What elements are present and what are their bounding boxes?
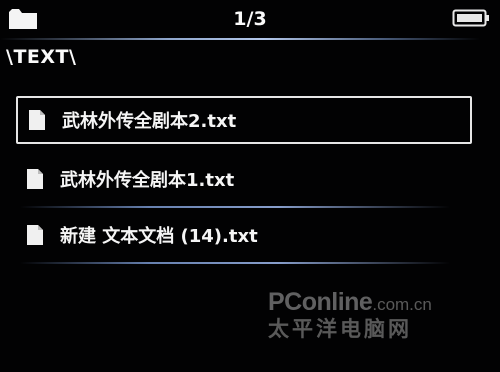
page-indicator: 1/3: [233, 8, 267, 30]
file-item-3[interactable]: 新建 文本文档 (14).txt: [16, 211, 472, 259]
document-icon: [27, 225, 43, 245]
status-bar: 1/3: [0, 0, 500, 36]
file-name: 新建 文本文档 (14).txt: [60, 226, 258, 247]
watermark-chinese: 太平洋电脑网: [268, 318, 412, 341]
watermark: PConline.com.cn 太平洋电脑网: [268, 288, 488, 343]
list-divider: [20, 262, 450, 264]
watermark-brand: PConline: [268, 288, 373, 316]
document-icon: [29, 110, 45, 130]
file-name: 武林外传全剧本1.txt: [60, 170, 235, 191]
file-name: 武林外传全剧本2.txt: [62, 111, 237, 132]
document-icon: [27, 169, 43, 189]
player-screen: 1/3 \TEXT\ 武林外传全剧本2.txt 武林外传全剧本1.txt 新建 …: [0, 0, 500, 372]
battery-icon: [452, 9, 489, 27]
file-item-1[interactable]: 武林外传全剧本2.txt: [16, 96, 472, 144]
current-path: \TEXT\: [6, 46, 77, 68]
file-item-2[interactable]: 武林外传全剧本1.txt: [16, 155, 472, 203]
list-divider: [20, 206, 450, 208]
header-divider: [0, 38, 480, 40]
watermark-domain: .com.cn: [372, 295, 432, 314]
